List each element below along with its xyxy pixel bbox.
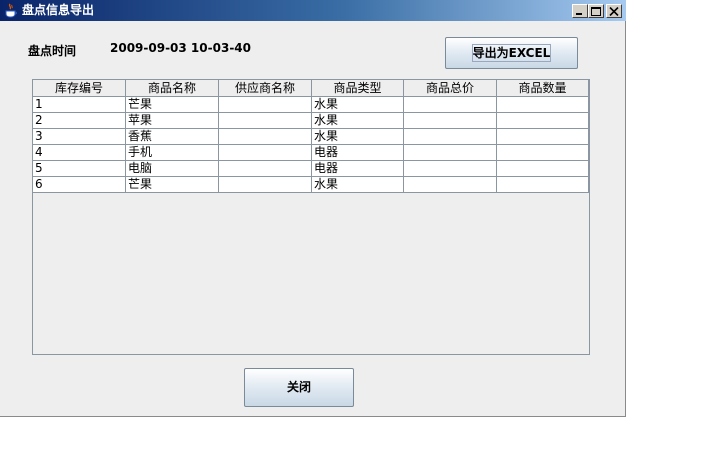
- table-row[interactable]: 1 芒果 水果: [33, 97, 589, 113]
- table-cell[interactable]: [497, 129, 589, 145]
- table-cell[interactable]: 水果: [312, 129, 404, 145]
- inventory-table[interactable]: 库存编号 商品名称 供应商名称 商品类型 商品总价 商品数量 1 芒果 水果 2…: [32, 79, 590, 355]
- table-cell[interactable]: 手机: [126, 145, 219, 161]
- export-excel-button[interactable]: 导出为EXCEL: [445, 37, 578, 69]
- table-cell[interactable]: 水果: [312, 113, 404, 129]
- inventory-time-label: 盘点时间: [28, 44, 77, 58]
- column-header[interactable]: 商品数量: [497, 80, 589, 97]
- table-cell[interactable]: [219, 145, 312, 161]
- table-cell[interactable]: 水果: [312, 177, 404, 193]
- column-header[interactable]: 供应商名称: [219, 80, 312, 97]
- close-window-button[interactable]: [606, 4, 622, 18]
- table-cell[interactable]: [219, 97, 312, 113]
- table-cell[interactable]: [404, 113, 497, 129]
- table-row[interactable]: 3 香蕉 水果: [33, 129, 589, 145]
- export-window: 盘点信息导出 盘点时间 2009-09-03 10-03-40 导出为EXCEL…: [0, 0, 626, 417]
- table-cell[interactable]: 电脑: [126, 161, 219, 177]
- column-header[interactable]: 商品名称: [126, 80, 219, 97]
- table-cell[interactable]: [404, 161, 497, 177]
- table-body: 1 芒果 水果 2 苹果 水果 3 香蕉 水果 4 手机 电器 5 电脑 电器 …: [33, 97, 589, 193]
- table-row[interactable]: 6 芒果 水果: [33, 177, 589, 193]
- table-row[interactable]: 5 电脑 电器: [33, 161, 589, 177]
- table-cell[interactable]: [497, 161, 589, 177]
- minimize-button[interactable]: [572, 4, 588, 18]
- table-cell[interactable]: 1: [33, 97, 126, 113]
- table-cell[interactable]: [219, 177, 312, 193]
- table-cell[interactable]: [497, 145, 589, 161]
- close-icon: [609, 7, 619, 16]
- table-row[interactable]: 4 手机 电器: [33, 145, 589, 161]
- table-cell[interactable]: 水果: [312, 97, 404, 113]
- table-cell[interactable]: [404, 129, 497, 145]
- table-cell[interactable]: [404, 97, 497, 113]
- title-bar[interactable]: 盘点信息导出: [0, 0, 626, 21]
- column-header[interactable]: 商品类型: [312, 80, 404, 97]
- maximize-icon: [591, 7, 601, 16]
- column-header[interactable]: 商品总价: [404, 80, 497, 97]
- table-cell[interactable]: 6: [33, 177, 126, 193]
- table-cell[interactable]: [497, 97, 589, 113]
- table-cell[interactable]: [404, 145, 497, 161]
- table-cell[interactable]: [219, 113, 312, 129]
- export-excel-label: 导出为EXCEL: [472, 46, 551, 60]
- table-cell[interactable]: 2: [33, 113, 126, 129]
- table-cell[interactable]: 苹果: [126, 113, 219, 129]
- close-button[interactable]: 关闭: [244, 368, 354, 407]
- maximize-button[interactable]: [588, 4, 604, 18]
- table-cell[interactable]: [219, 129, 312, 145]
- table-row[interactable]: 2 苹果 水果: [33, 113, 589, 129]
- table-cell[interactable]: [497, 177, 589, 193]
- table-cell[interactable]: 3: [33, 129, 126, 145]
- table-cell[interactable]: [497, 113, 589, 129]
- table-cell[interactable]: 芒果: [126, 97, 219, 113]
- table-cell[interactable]: 芒果: [126, 177, 219, 193]
- table-cell[interactable]: 4: [33, 145, 126, 161]
- table-cell[interactable]: 香蕉: [126, 129, 219, 145]
- table-cell[interactable]: 电器: [312, 145, 404, 161]
- java-cup-icon: [4, 3, 18, 18]
- table-cell[interactable]: 5: [33, 161, 126, 177]
- column-header[interactable]: 库存编号: [33, 80, 126, 97]
- table-cell[interactable]: 电器: [312, 161, 404, 177]
- table-cell[interactable]: [219, 161, 312, 177]
- table-cell[interactable]: [404, 177, 497, 193]
- minimize-icon: [576, 13, 582, 15]
- window-title: 盘点信息导出: [22, 3, 95, 17]
- inventory-time-value: 2009-09-03 10-03-40: [110, 41, 251, 55]
- table-header: 库存编号 商品名称 供应商名称 商品类型 商品总价 商品数量: [33, 80, 589, 97]
